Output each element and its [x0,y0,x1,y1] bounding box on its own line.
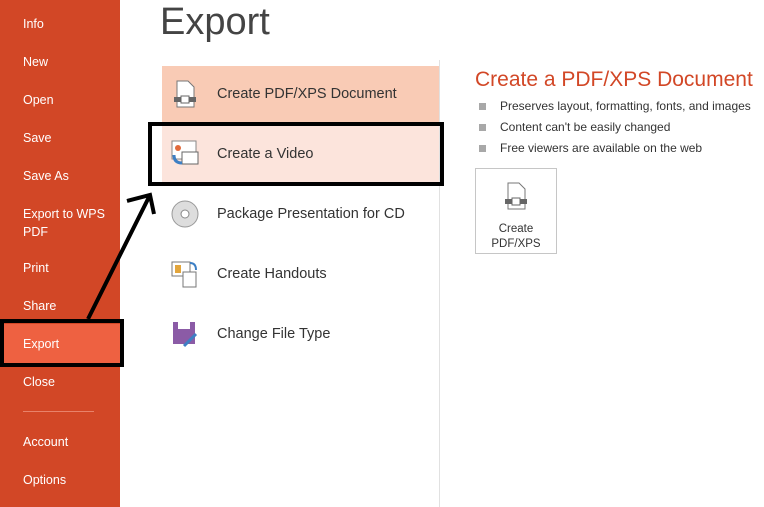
pdf-document-icon [170,79,200,109]
option-label: Change File Type [217,326,331,342]
option-package-cd[interactable]: Package Presentation for CD [162,186,439,242]
nav-save-as[interactable]: Save As [0,167,120,185]
bullet-icon [479,144,486,152]
column-divider [439,60,440,507]
bullet-text: Free viewers are available on the web [500,141,703,155]
video-icon [170,139,200,169]
bullet-icon [479,102,486,110]
nav-divider [23,411,94,412]
nav-account[interactable]: Account [0,433,120,451]
option-change-file-type[interactable]: Change File Type [162,306,439,362]
pdf-document-icon [503,181,529,216]
save-as-type-icon [170,319,200,349]
bullet-icon [479,123,486,131]
option-label: Create Handouts [217,266,327,282]
nav-export-wps-pdf[interactable]: Export to WPS PDF [0,205,120,241]
detail-title: Create a PDF/XPS Document [475,68,753,91]
detail-bullet: Free viewers are available on the web [479,141,702,155]
nav-print[interactable]: Print [0,259,120,277]
nav-info[interactable]: Info [0,15,120,33]
option-create-pdf-xps[interactable]: Create PDF/XPS Document [162,66,439,122]
handouts-icon [170,259,200,289]
nav-share[interactable]: Share [0,297,120,315]
create-pdf-xps-button[interactable]: Create PDF/XPS [475,168,557,254]
bullet-text: Preserves layout, formatting, fonts, and… [500,99,751,113]
backstage-sidebar: Info New Open Save Save As Export to WPS… [0,0,120,507]
nav-close[interactable]: Close [0,373,120,391]
detail-bullet: Preserves layout, formatting, fonts, and… [479,99,751,113]
option-create-handouts[interactable]: Create Handouts [162,246,439,302]
nav-export[interactable]: Export [0,324,120,364]
bullet-text: Content can't be easily changed [500,120,671,134]
option-label: Create a Video [217,146,314,162]
nav-save[interactable]: Save [0,129,120,147]
option-label: Create PDF/XPS Document [217,86,397,102]
option-label: Package Presentation for CD [217,206,405,222]
button-label: Create PDF/XPS [491,223,541,250]
nav-options[interactable]: Options [0,471,120,489]
cd-icon [170,199,200,229]
nav-new[interactable]: New [0,53,120,71]
detail-bullet: Content can't be easily changed [479,120,670,134]
page-title: Export [160,1,270,43]
nav-open[interactable]: Open [0,91,120,109]
option-create-video[interactable]: Create a Video [162,126,439,182]
